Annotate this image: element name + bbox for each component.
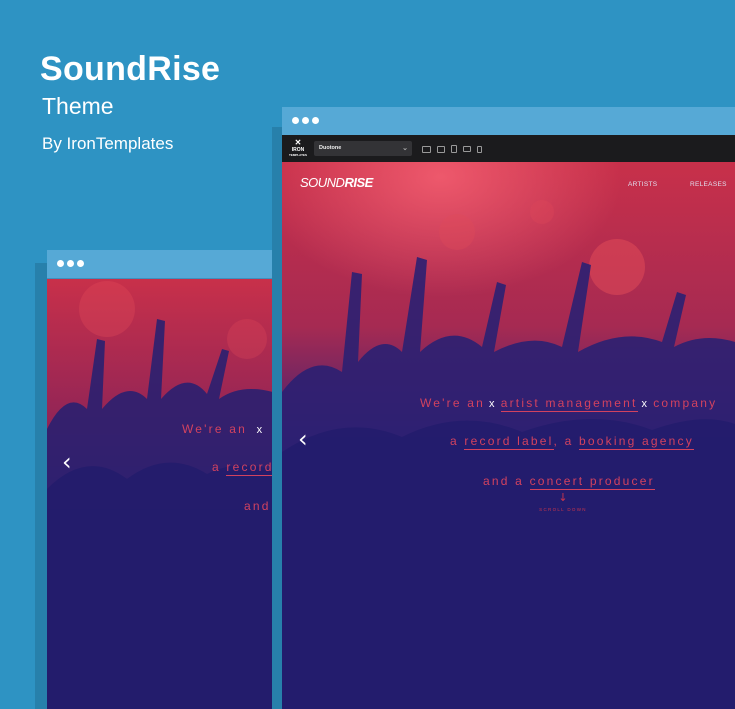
tagline-text: a — [212, 460, 221, 474]
tagline-text: company — [653, 396, 718, 410]
record-label-link[interactable]: record label — [464, 434, 554, 450]
front-browser-window: ✕ IRON TEMPLATES Duotone ⌄ SOUNDRISE ART… — [282, 107, 735, 709]
laptop-icon[interactable] — [437, 145, 445, 153]
soundrise-logo[interactable]: SOUNDRISE — [300, 175, 373, 190]
preset-select[interactable]: Duotone ⌄ — [314, 141, 412, 156]
tagline-text: and a — [483, 474, 525, 488]
tagline-text: , a — [553, 434, 574, 448]
preset-select-value: Duotone — [319, 145, 342, 151]
tagline-line-3: and a concert producer — [483, 474, 655, 490]
back-window-titlebar — [47, 250, 292, 279]
device-switcher — [422, 145, 482, 153]
back-hero-image — [47, 279, 292, 709]
nav-artists[interactable]: ARTISTS — [628, 181, 657, 188]
tagline-text: We're an — [182, 422, 248, 436]
irontemplates-logo: ✕ IRON TEMPLATES — [289, 138, 307, 158]
front-window-titlebar — [282, 107, 735, 136]
tagline-separator: x — [641, 398, 650, 410]
tablet-landscape-icon[interactable] — [463, 146, 471, 152]
desktop-icon[interactable] — [422, 145, 431, 153]
scroll-down-label: SCROLL DOWN — [539, 507, 587, 512]
tagline-line-1: We're an x artist management x company — [420, 396, 718, 412]
arrow-down-icon: ↓ — [558, 491, 568, 504]
window-dot[interactable] — [57, 260, 64, 267]
tagline-text: We're an — [420, 396, 486, 410]
back-prev-slide-arrow[interactable]: ‹ — [62, 450, 72, 474]
tagline-line-2: a record label, a booking agency — [450, 434, 694, 450]
mobile-icon[interactable] — [477, 145, 482, 153]
promo-byline: By IronTemplates — [42, 134, 174, 153]
tagline-separator: x — [489, 398, 497, 410]
customizer-toolbar: ✕ IRON TEMPLATES Duotone ⌄ — [282, 135, 735, 162]
window-dot[interactable] — [77, 260, 84, 267]
logo-line-2: TEMPLATES — [289, 153, 307, 157]
tagline-text: a — [450, 434, 459, 448]
scroll-down-button[interactable]: ↓ SCROLL DOWN — [520, 491, 606, 512]
booking-agency-link[interactable]: booking agency — [579, 434, 694, 450]
artist-management-link[interactable]: artist management — [500, 396, 638, 412]
window-dot[interactable] — [312, 117, 319, 124]
logo-light: SOUND — [300, 175, 345, 190]
window-controls[interactable] — [57, 260, 84, 267]
chevron-down-icon: ⌄ — [402, 145, 408, 152]
concert-crowd-image — [47, 279, 292, 709]
nav-releases[interactable]: RELEASES — [690, 181, 727, 188]
window-controls[interactable] — [292, 117, 319, 124]
promo-subtitle: Theme — [42, 93, 114, 119]
logo-mark: ✕ — [294, 138, 302, 147]
prev-slide-arrow[interactable]: ‹ — [298, 427, 308, 451]
window-dot[interactable] — [67, 260, 74, 267]
tablet-icon[interactable] — [451, 145, 457, 153]
promo-title: SoundRise — [40, 50, 221, 88]
window-dot[interactable] — [302, 117, 309, 124]
tagline-separator: x — [256, 424, 265, 436]
concert-producer-link[interactable]: concert producer — [529, 474, 655, 490]
window-dot[interactable] — [292, 117, 299, 124]
logo-bold: RISE — [344, 175, 373, 190]
back-browser-window: We're an x arti a record la and a ‹ — [47, 250, 292, 709]
